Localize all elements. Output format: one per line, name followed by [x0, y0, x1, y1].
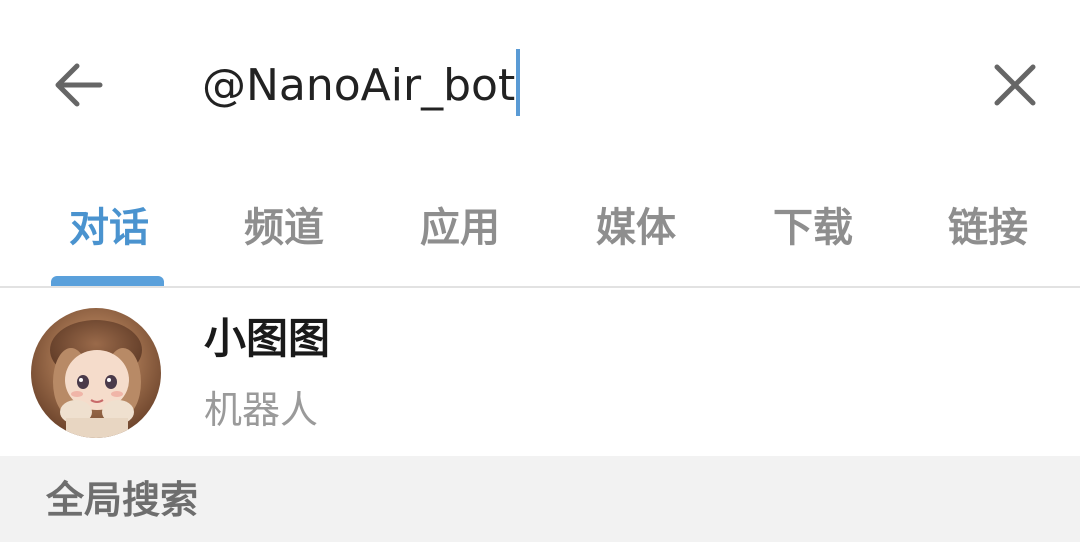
active-tab-indicator — [51, 276, 164, 286]
search-input[interactable]: @NanoAir_bot — [202, 56, 515, 118]
tab-media[interactable]: 媒体 — [594, 198, 678, 258]
text-caret — [516, 49, 520, 116]
list-item[interactable]: 小图图 机器人 — [0, 288, 1080, 456]
tab-links[interactable]: 链接 — [946, 198, 1030, 258]
clear-button[interactable] — [984, 54, 1046, 116]
tab-chats[interactable]: 对话 — [67, 198, 151, 258]
search-screen: @NanoAir_bot 对话 频道 应用 媒体 下载 链接 小图图 机器人 全… — [0, 0, 1080, 542]
arrow-left-icon — [55, 63, 103, 107]
tab-apps[interactable]: 应用 — [418, 198, 502, 258]
section-header: 全局搜索 — [46, 478, 199, 522]
tab-downloads[interactable]: 下载 — [771, 198, 855, 258]
global-search-section: 全局搜索 — [0, 456, 1080, 542]
search-tabs: 对话 频道 应用 媒体 下载 链接 — [0, 178, 1080, 286]
avatar — [31, 308, 161, 438]
search-bar: @NanoAir_bot — [0, 0, 1080, 170]
close-icon — [994, 64, 1036, 106]
avatar-image — [31, 308, 161, 438]
result-name: 小图图 — [204, 314, 331, 363]
back-button[interactable] — [48, 54, 110, 116]
tab-channels[interactable]: 频道 — [242, 198, 326, 258]
result-type-label: 机器人 — [204, 388, 319, 432]
